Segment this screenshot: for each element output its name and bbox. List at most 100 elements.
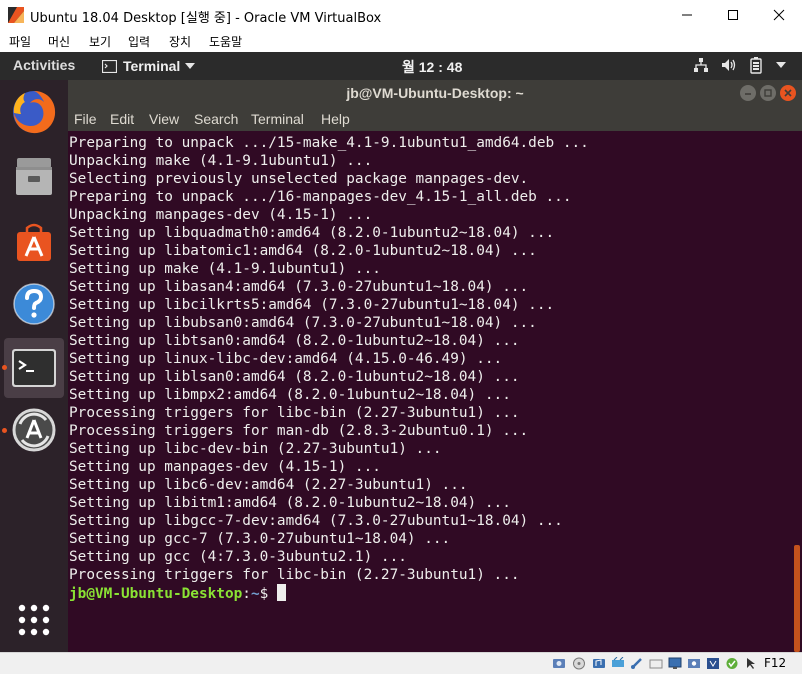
- terminal-line: Setting up manpages-dev (4.15-1) ...: [69, 459, 381, 475]
- prompt-path: ~: [250, 586, 260, 602]
- terminal-maximize-button[interactable]: [760, 85, 776, 101]
- maximize-icon: [764, 89, 772, 97]
- network-icon[interactable]: [693, 57, 709, 73]
- terminal-line: Preparing to unpack .../16-manpages-dev_…: [69, 189, 572, 205]
- terminal-line: Processing triggers for libc-bin (2.27-3…: [69, 405, 520, 421]
- virtualbox-vm-icon: [8, 7, 24, 23]
- running-indicator: [2, 428, 7, 433]
- terminal-line: Unpacking make (4.1-9.1ubuntu1) ...: [69, 153, 373, 169]
- terminal-line: Setting up libubsan0:amd64 (7.3.0-27ubun…: [69, 315, 537, 331]
- terminal-line: Setting up libc-dev-bin (2.27-3ubuntu1) …: [69, 441, 442, 457]
- network-adapter-icon[interactable]: [611, 657, 625, 670]
- guest-additions-icon[interactable]: [725, 657, 739, 670]
- firefox-icon: [13, 91, 56, 134]
- help-icon: [13, 283, 55, 325]
- battery-icon[interactable]: [750, 57, 762, 74]
- terminal-line: Setting up gcc-7 (7.3.0-27ubuntu1~18.04)…: [69, 531, 451, 547]
- minimize-button[interactable]: [664, 0, 710, 30]
- host-window-title: Ubuntu 18.04 Desktop [실행 중] - Oracle VM …: [30, 11, 382, 26]
- volume-icon[interactable]: [721, 57, 738, 73]
- video-capture-icon[interactable]: [687, 657, 701, 670]
- audio-icon[interactable]: [592, 657, 606, 670]
- menu-devices[interactable]: 장치: [169, 33, 191, 50]
- terminal-line: Unpacking manpages-dev (4.15-1) ...: [69, 207, 373, 223]
- terminal-line: Processing triggers for man-db (2.8.3-2u…: [69, 423, 529, 439]
- terminal-menu-help[interactable]: Help: [321, 111, 350, 127]
- app-menu[interactable]: Terminal: [102, 57, 196, 75]
- terminal-titlebar[interactable]: jb@VM-Ubuntu-Desktop: ~: [68, 80, 802, 107]
- terminal-scrollbar[interactable]: [794, 545, 800, 652]
- app-menu-label: Terminal: [123, 58, 181, 74]
- terminal-minimize-button[interactable]: [740, 85, 756, 101]
- menu-input[interactable]: 입력: [128, 33, 150, 50]
- mouse-integration-icon[interactable]: [744, 657, 758, 670]
- host-menubar: 파일 머신 보기 입력 장치 도움말: [0, 30, 802, 52]
- terminal-line: Setting up libatomic1:amd64 (8.2.0-1ubun…: [69, 243, 537, 259]
- terminal-menubar: File Edit View Search Terminal Help: [68, 107, 802, 131]
- terminal-line: Setting up linux-libc-dev:amd64 (4.15.0-…: [69, 351, 503, 367]
- dock-item-files[interactable]: [4, 146, 64, 206]
- chevron-down-icon: [185, 63, 196, 69]
- files-icon: [16, 158, 52, 195]
- dock: [0, 80, 68, 652]
- software-icon: [17, 223, 51, 261]
- terminal-line: Preparing to unpack .../15-make_4.1-9.1u…: [69, 135, 589, 151]
- close-icon: [784, 89, 792, 97]
- updater-icon: [12, 408, 56, 452]
- menu-help[interactable]: 도움말: [209, 33, 242, 50]
- maximize-icon: [728, 10, 738, 20]
- terminal-line: Setting up libquadmath0:amd64 (8.2.0-1ub…: [69, 225, 555, 241]
- running-indicator: [2, 365, 7, 370]
- terminal-line: Setting up libtsan0:amd64 (8.2.0-1ubuntu…: [69, 333, 520, 349]
- terminal-menu-edit[interactable]: Edit: [110, 111, 134, 127]
- dock-item-help[interactable]: [4, 274, 64, 334]
- host-window-titlebar[interactable]: Ubuntu 18.04 Desktop [실행 중] - Oracle VM …: [0, 0, 802, 30]
- prompt-user-host: jb@VM-Ubuntu-Desktop: [69, 586, 243, 602]
- vm-statusbar: F12: [0, 652, 802, 674]
- virtualization-icon[interactable]: [706, 657, 720, 670]
- close-icon: [773, 9, 785, 21]
- clock[interactable]: 월 12 : 48: [402, 57, 462, 77]
- activities-button[interactable]: Activities: [13, 57, 75, 73]
- host-key-indicator[interactable]: F12: [764, 656, 786, 670]
- dock-item-software[interactable]: [4, 212, 64, 272]
- minimize-icon: [682, 14, 692, 16]
- prompt-symbol: $: [259, 586, 277, 602]
- hard-disk-icon[interactable]: [552, 657, 566, 670]
- terminal-line: Setting up liblsan0:amd64 (8.2.0-1ubuntu…: [69, 369, 520, 385]
- shared-folders-icon[interactable]: [649, 657, 663, 670]
- terminal-menu-file[interactable]: File: [74, 111, 97, 127]
- shell-prompt[interactable]: jb@VM-Ubuntu-Desktop:~$: [69, 584, 286, 602]
- usb-icon[interactable]: [630, 657, 644, 670]
- terminal-menu-terminal[interactable]: Terminal: [251, 111, 304, 127]
- terminal-line: Setting up gcc (4:7.3.0-3ubuntu2.1) ...: [69, 549, 407, 565]
- optical-drive-icon[interactable]: [572, 657, 586, 670]
- show-applications-button[interactable]: [4, 590, 64, 650]
- terminal-line: Selecting previously unselected package …: [69, 171, 529, 187]
- dock-item-updater[interactable]: [4, 400, 64, 460]
- terminal-line: Setting up libc6-dev:amd64 (2.27-3ubuntu…: [69, 477, 468, 493]
- terminal-menu-search[interactable]: Search: [194, 111, 238, 127]
- menu-file[interactable]: 파일: [9, 33, 31, 50]
- text-cursor: [276, 584, 286, 601]
- terminal-line: Setting up make (4.1-9.1ubuntu1) ...: [69, 261, 381, 277]
- close-button[interactable]: [756, 0, 802, 30]
- menu-machine[interactable]: 머신: [48, 33, 70, 50]
- terminal-lines: Preparing to unpack .../15-make_4.1-9.1u…: [69, 134, 589, 584]
- terminal-line: Processing triggers for libc-bin (2.27-3…: [69, 567, 520, 583]
- terminal-line: Setting up libasan4:amd64 (7.3.0-27ubunt…: [69, 279, 529, 295]
- app-grid-icon: [18, 604, 50, 636]
- display-icon[interactable]: [668, 657, 682, 670]
- system-menu-chevron-icon[interactable]: [776, 62, 786, 68]
- terminal-icon: [12, 349, 56, 387]
- terminal-line: Setting up libgcc-7-dev:amd64 (7.3.0-27u…: [69, 513, 563, 529]
- terminal-close-button[interactable]: [780, 85, 796, 101]
- menu-view[interactable]: 보기: [89, 33, 111, 50]
- dock-item-firefox[interactable]: [4, 82, 64, 142]
- dock-item-terminal[interactable]: [4, 338, 64, 398]
- maximize-button[interactable]: [710, 0, 756, 30]
- terminal-menu-view[interactable]: View: [149, 111, 179, 127]
- terminal-title: jb@VM-Ubuntu-Desktop: ~: [346, 85, 524, 101]
- terminal-output[interactable]: Preparing to unpack .../15-make_4.1-9.1u…: [68, 131, 802, 652]
- terminal-small-icon: [102, 59, 117, 73]
